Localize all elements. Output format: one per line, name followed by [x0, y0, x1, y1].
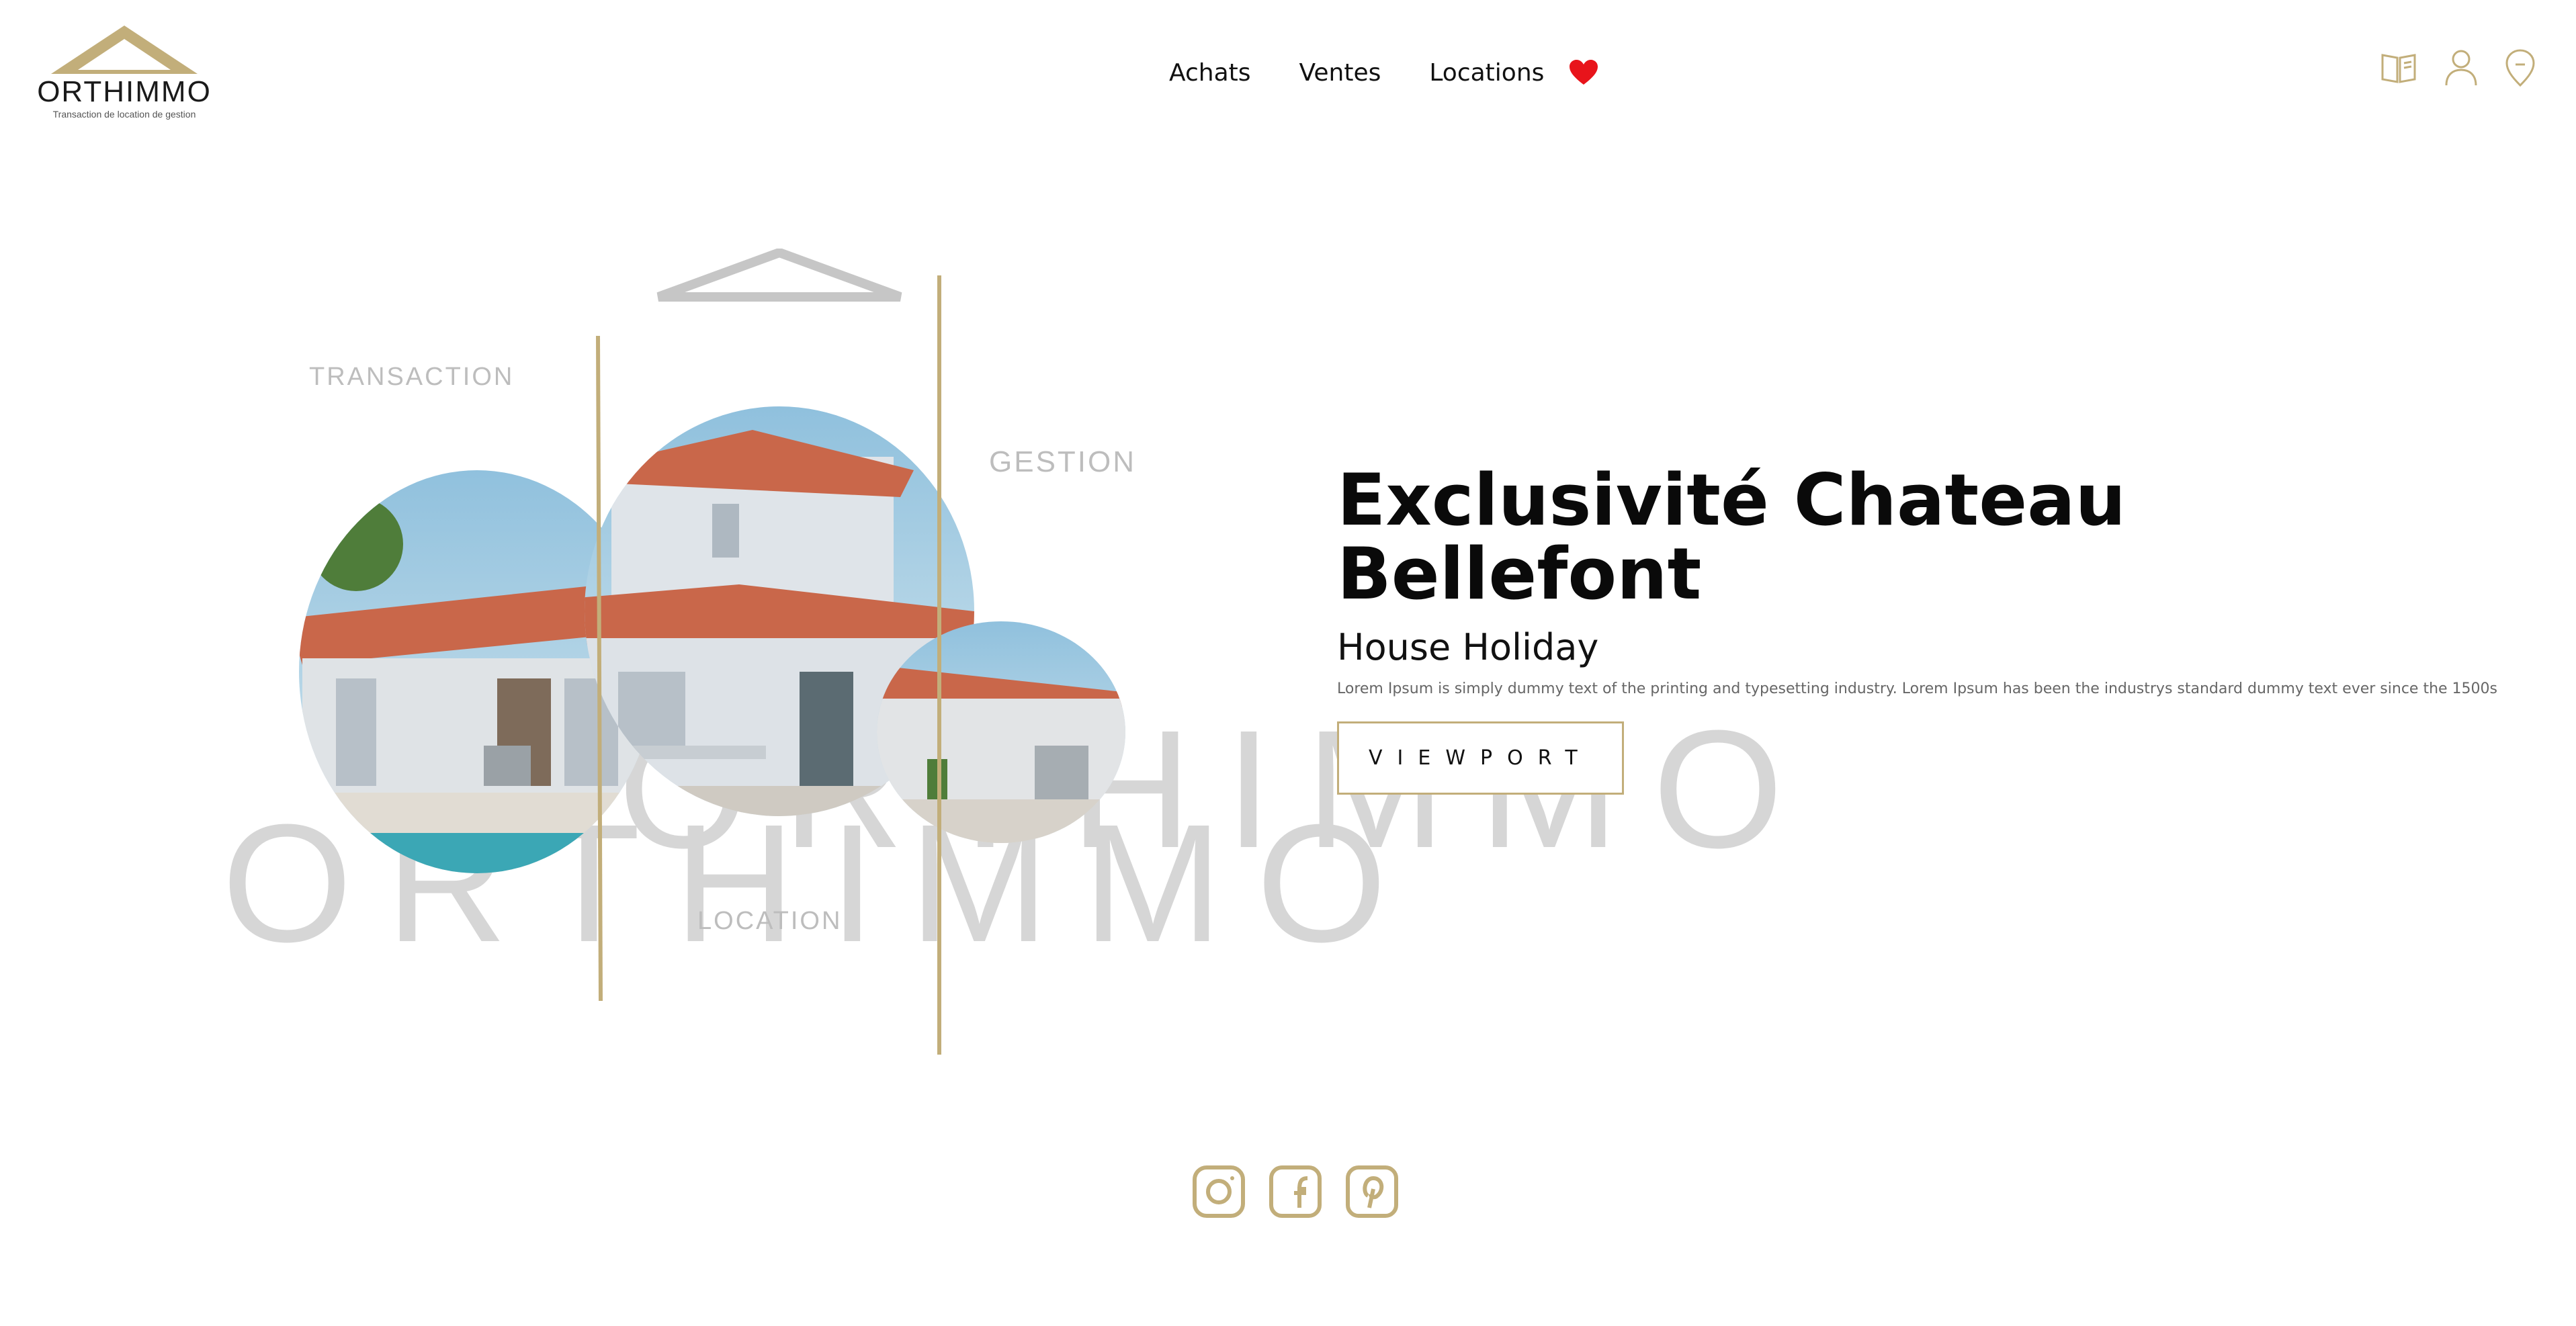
hero-subtitle: House Holiday — [1337, 626, 1599, 668]
instagram-icon[interactable] — [1192, 1165, 1246, 1221]
hero-title-line1: Exclusivité Chateau — [1337, 459, 2127, 541]
location-pin-icon[interactable] — [2505, 48, 2536, 90]
user-icon[interactable] — [2444, 49, 2478, 89]
book-icon[interactable] — [2380, 51, 2417, 87]
nav-achats[interactable]: Achats — [1169, 59, 1251, 87]
facebook-icon[interactable] — [1269, 1165, 1322, 1221]
hero-title-line2: Bellefont — [1337, 533, 1702, 615]
header-actions — [2380, 48, 2536, 90]
logo[interactable]: ORTHIMMO Transaction de location de gest… — [31, 23, 219, 124]
word-location: LOCATION — [697, 907, 843, 935]
social-links — [1192, 1165, 1399, 1221]
brand-tagline: Transaction de location de gestion — [52, 109, 196, 120]
hero-title: Exclusivité Chateau Bellefont — [1337, 463, 2533, 611]
word-gestion: GESTION — [989, 445, 1137, 478]
nav-locations[interactable]: Locations — [1429, 59, 1544, 87]
brand-name: ORTHIMMO — [37, 75, 212, 108]
main-nav: Achats Ventes Locations — [1169, 56, 1599, 89]
hero-illustration: ORTHIMMO ORTHIMMO TRANSACTION GESTION LO… — [134, 235, 1783, 1075]
viewport-button[interactable]: VIEWPORT — [1337, 721, 1624, 795]
house-photo — [299, 275, 1125, 1055]
nav-ventes[interactable]: Ventes — [1299, 59, 1381, 87]
hero-content: Exclusivité Chateau Bellefont House Holi… — [1337, 463, 2533, 795]
word-transaction: TRANSACTION — [309, 363, 515, 391]
hero-description: Lorem Ipsum is simply dummy text of the … — [1337, 680, 2497, 697]
pinterest-icon[interactable] — [1345, 1165, 1399, 1221]
roof-logo-icon — [51, 26, 198, 74]
heart-icon[interactable] — [1568, 59, 1599, 89]
